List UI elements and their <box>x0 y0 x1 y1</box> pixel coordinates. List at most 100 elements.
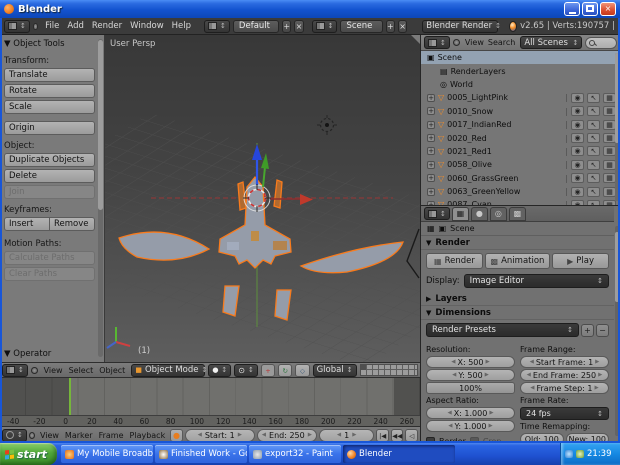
selectability-arrow-icon[interactable]: ↖ <box>587 106 600 117</box>
operator-panel-header[interactable]: ▼ Operator <box>4 349 51 359</box>
clear-paths-button[interactable]: Clear Paths <box>4 267 95 281</box>
play-button[interactable]: ▶ Play <box>552 253 609 269</box>
expand-toggle-icon[interactable]: + <box>427 134 435 143</box>
minimize-button[interactable] <box>564 2 580 16</box>
outliner-row-object[interactable]: + ▽ 0063_GreenYellow | ◉ ↖ ▦ <box>421 185 620 198</box>
expand-toggle-icon[interactable]: + <box>427 147 435 156</box>
render-presets-dropdown[interactable]: Render Presets ↕ <box>426 323 579 337</box>
close-button[interactable]: × <box>600 2 616 16</box>
delete-button[interactable]: Delete <box>4 169 95 183</box>
remove-preset-button[interactable]: − <box>596 323 609 337</box>
visibility-eye-icon[interactable]: ◉ <box>571 133 584 144</box>
decrement-arrow-icon[interactable]: ◀ <box>262 432 266 438</box>
selectability-arrow-icon[interactable]: ↖ <box>587 133 600 144</box>
header-collapse-dot[interactable] <box>452 39 460 46</box>
viewport-shading-dropdown[interactable]: ● ↕ <box>208 363 232 377</box>
screen-layout-icon-button[interactable]: ↕ <box>204 19 230 33</box>
duplicate-objects-button[interactable]: Duplicate Objects <box>4 153 95 167</box>
delete-scene-button[interactable]: × <box>398 19 408 33</box>
outliner-row-scene[interactable]: ▣ Scene <box>421 51 620 65</box>
outliner-row-object[interactable]: + ▽ 0017_IndianRed | ◉ ↖ ▦ <box>421 118 620 131</box>
tab-texture[interactable]: ▩ <box>508 206 526 221</box>
tab-render[interactable]: ▦ <box>451 206 469 221</box>
expand-toggle-icon[interactable]: + <box>427 174 435 183</box>
taskbar-task-export32-paint[interactable]: export32 - Paint <box>249 445 341 463</box>
menu-item[interactable]: Add <box>63 21 87 31</box>
current-frame-marker[interactable] <box>69 378 71 415</box>
menu-item[interactable]: Render <box>88 21 126 31</box>
frame-rate-dropdown[interactable]: 24 fps ↕ <box>520 407 609 420</box>
render-panel-header[interactable]: ▼ Render <box>421 236 614 250</box>
selectability-arrow-icon[interactable]: ↖ <box>587 146 600 157</box>
selectability-arrow-icon[interactable]: ↖ <box>587 92 600 103</box>
translate-button[interactable]: Translate <box>4 68 95 82</box>
expand-toggle-icon[interactable]: + <box>427 160 435 169</box>
editor-type-button-info[interactable]: ↕ <box>4 19 30 33</box>
visibility-eye-icon[interactable]: ◉ <box>571 119 584 130</box>
outliner-row-object[interactable]: + ▽ 0058_Olive | ◉ ↖ ▦ <box>421 158 620 171</box>
render-button[interactable]: ▦ Render <box>426 253 483 269</box>
tray-network-icon[interactable] <box>565 450 573 458</box>
outliner-row-object[interactable]: + ▽ 0060_GrassGreen | ◉ ↖ ▦ <box>421 172 620 185</box>
expand-toggle-icon[interactable]: + <box>427 93 435 102</box>
decrement-arrow-icon[interactable]: ◀ <box>337 432 341 438</box>
insert-keyframe-button[interactable]: Insert <box>4 217 50 231</box>
increment-arrow-icon[interactable]: ▶ <box>352 432 356 438</box>
editor-type-button-properties[interactable]: ↕ <box>424 207 450 220</box>
scene-icon-button[interactable]: ↕ <box>311 19 338 33</box>
tab-scene[interactable]: ● <box>470 206 488 221</box>
jump-to-start-button[interactable]: |◀ <box>376 428 389 442</box>
tab-world[interactable]: ◎ <box>489 206 507 221</box>
tool-shelf-scrollbar[interactable] <box>98 39 103 357</box>
delete-screen-button[interactable]: × <box>294 19 304 33</box>
outliner-row-object[interactable]: + ▽ 0021_Red1 | ◉ ↖ ▦ <box>421 145 620 158</box>
manipulator-scale-toggle[interactable]: ◇ <box>295 363 310 377</box>
outliner-row-object[interactable]: + ▽ 0020_Red | ◉ ↖ ▦ <box>421 131 620 144</box>
display-dropdown[interactable]: Image Editor ↕ <box>463 274 609 288</box>
add-screen-button[interactable]: + <box>282 19 292 33</box>
calculate-paths-button[interactable]: Calculate Paths <box>4 251 95 265</box>
frame-step-field[interactable]: ◀ Frame Step: 1 ▶ <box>520 382 609 394</box>
expand-toggle-icon[interactable]: + <box>427 107 435 116</box>
layers-panel-header[interactable]: ▶ Layers <box>421 292 614 306</box>
menu-item[interactable]: View <box>41 366 66 375</box>
rotate-button[interactable]: Rotate <box>4 84 95 98</box>
screen-layout-field[interactable]: Default <box>232 19 280 33</box>
selectability-arrow-icon[interactable]: ↖ <box>587 186 600 197</box>
manipulator-rotate-toggle[interactable]: ↻ <box>278 363 293 377</box>
visibility-eye-icon[interactable]: ◉ <box>571 92 584 103</box>
outliner-search-input[interactable] <box>585 36 617 49</box>
visibility-eye-icon[interactable]: ◉ <box>571 173 584 184</box>
play-reverse-button[interactable]: ◁ <box>405 428 419 442</box>
menu-item[interactable]: File <box>41 21 63 31</box>
menu-item[interactable]: Select <box>66 366 97 375</box>
visibility-eye-icon[interactable]: ◉ <box>571 146 584 157</box>
scene-field[interactable]: Scene <box>340 19 383 33</box>
visibility-eye-icon[interactable]: ◉ <box>571 106 584 117</box>
menu-item[interactable]: Window <box>126 21 168 31</box>
menu-item[interactable]: Frame <box>96 431 127 440</box>
visibility-eye-icon[interactable]: ◉ <box>571 159 584 170</box>
tray-update-icon[interactable] <box>576 450 584 458</box>
outliner-row[interactable]: ▤ RenderLayers <box>421 64 620 77</box>
origin-button[interactable]: Origin <box>4 121 95 135</box>
pivot-point-dropdown[interactable]: ⊙ ↕ <box>234 363 258 377</box>
object-tools-panel-header[interactable]: ▼ Object Tools <box>4 39 95 49</box>
menu-item[interactable]: Playback <box>127 431 169 440</box>
timeline-ruler[interactable]: -40 -20 0 20 40 60 80 100 120 140 160 180 200 220 240 2… <box>0 415 420 426</box>
start-button[interactable]: start <box>0 443 57 465</box>
decrement-arrow-icon[interactable]: ◀ <box>198 432 202 438</box>
expand-toggle-icon[interactable]: + <box>427 120 435 129</box>
header-collapse-dot[interactable] <box>30 366 38 374</box>
selectability-arrow-icon[interactable]: ↖ <box>587 159 600 170</box>
outliner-row-object[interactable]: + ▽ 0005_LightPink | ◉ ↖ ▦ <box>421 91 620 104</box>
join-button[interactable]: Join <box>4 185 95 199</box>
viewport-canvas[interactable] <box>105 35 420 362</box>
taskbar-task-broadband[interactable]: My Mobile Broadband... <box>61 445 153 463</box>
editor-type-button-3dview[interactable]: ↕ <box>2 363 28 377</box>
visibility-eye-icon[interactable]: ◉ <box>571 186 584 197</box>
editor-type-button-outliner[interactable]: ↕ <box>424 36 450 49</box>
header-collapse-dot[interactable] <box>28 431 35 439</box>
resolution-x-field[interactable]: ◀ X: 500 ▶ <box>426 356 515 368</box>
menu-item[interactable]: Marker <box>62 431 96 440</box>
